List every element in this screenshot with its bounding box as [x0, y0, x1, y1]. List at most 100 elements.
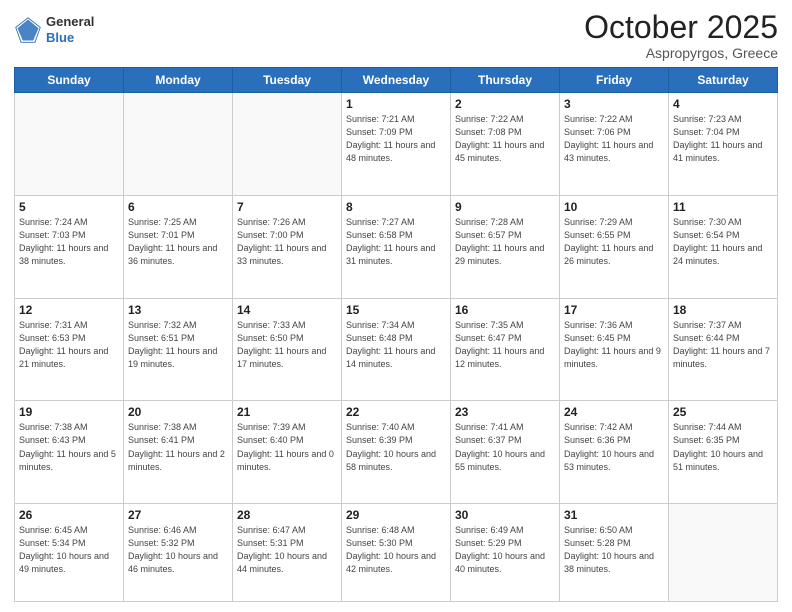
day-info: Sunrise: 7:28 AM Sunset: 6:57 PM Dayligh…: [455, 216, 555, 268]
day-info: Sunrise: 7:39 AM Sunset: 6:40 PM Dayligh…: [237, 421, 337, 473]
calendar-week-row: 1Sunrise: 7:21 AM Sunset: 7:09 PM Daylig…: [15, 93, 778, 196]
day-info: Sunrise: 7:31 AM Sunset: 6:53 PM Dayligh…: [19, 319, 119, 371]
day-number: 17: [564, 303, 664, 317]
table-row: 19Sunrise: 7:38 AM Sunset: 6:43 PM Dayli…: [15, 401, 124, 504]
day-info: Sunrise: 7:40 AM Sunset: 6:39 PM Dayligh…: [346, 421, 446, 473]
day-number: 2: [455, 97, 555, 111]
month-title: October 2025: [584, 10, 778, 45]
day-info: Sunrise: 7:34 AM Sunset: 6:48 PM Dayligh…: [346, 319, 446, 371]
day-number: 5: [19, 200, 119, 214]
day-number: 20: [128, 405, 228, 419]
day-number: 18: [673, 303, 773, 317]
table-row: 6Sunrise: 7:25 AM Sunset: 7:01 PM Daylig…: [124, 195, 233, 298]
day-info: Sunrise: 7:22 AM Sunset: 7:06 PM Dayligh…: [564, 113, 664, 165]
day-number: 31: [564, 508, 664, 522]
logo-general: General: [46, 14, 94, 29]
location: Aspropyrgos, Greece: [584, 45, 778, 61]
table-row: [233, 93, 342, 196]
day-number: 19: [19, 405, 119, 419]
calendar-week-row: 26 Sunrise: 6:45 AM Sunset: 5:34 PM Dayli…: [15, 504, 778, 602]
table-row: 20 Sunrise: 7:38 AM Sunset: 6:41 PM Dayli…: [124, 401, 233, 504]
title-block: October 2025 Aspropyrgos, Greece: [584, 10, 778, 61]
table-row: 12 Sunrise: 7:31 AM Sunset: 6:53 PM Dayli…: [15, 298, 124, 401]
day-info: Sunrise: 7:44 AM Sunset: 6:35 PM Dayligh…: [673, 421, 773, 473]
calendar-week-row: 12 Sunrise: 7:31 AM Sunset: 6:53 PM Dayli…: [15, 298, 778, 401]
day-info: Sunrise: 7:36 AM Sunset: 6:45 PM Dayligh…: [564, 319, 664, 371]
col-thursday: Thursday: [451, 68, 560, 93]
day-number: 24: [564, 405, 664, 419]
day-info: Sunrise: 6:49 AM Sunset: 5:29 PM Dayligh…: [455, 524, 555, 576]
day-number: 7: [237, 200, 337, 214]
table-row: 31 Sunrise: 6:50 AM Sunset: 5:28 PM Dayli…: [560, 504, 669, 602]
day-number: 4: [673, 97, 773, 111]
day-number: 12: [19, 303, 119, 317]
logo-blue: Blue: [46, 30, 74, 45]
calendar-table: Sunday Monday Tuesday Wednesday Thursday…: [14, 67, 778, 602]
day-info: Sunrise: 7:23 AM Sunset: 7:04 PM Dayligh…: [673, 113, 773, 165]
day-number: 15: [346, 303, 446, 317]
calendar-week-row: 5 Sunrise: 7:24 AM Sunset: 7:03 PM Daylig…: [15, 195, 778, 298]
table-row: 14 Sunrise: 7:33 AM Sunset: 6:50 PM Dayli…: [233, 298, 342, 401]
page-container: General Blue October 2025 Aspropyrgos, G…: [0, 0, 792, 612]
day-number: 3: [564, 97, 664, 111]
day-info: Sunrise: 6:50 AM Sunset: 5:28 PM Dayligh…: [564, 524, 664, 576]
table-row: 26 Sunrise: 6:45 AM Sunset: 5:34 PM Dayli…: [15, 504, 124, 602]
day-number: 22: [346, 405, 446, 419]
calendar-week-row: 19Sunrise: 7:38 AM Sunset: 6:43 PM Dayli…: [15, 401, 778, 504]
day-info: Sunrise: 7:27 AM Sunset: 6:58 PM Dayligh…: [346, 216, 446, 268]
day-number: 9: [455, 200, 555, 214]
table-row: 10Sunrise: 7:29 AM Sunset: 6:55 PM Dayli…: [560, 195, 669, 298]
table-row: 7Sunrise: 7:26 AM Sunset: 7:00 PM Daylig…: [233, 195, 342, 298]
col-monday: Monday: [124, 68, 233, 93]
day-info: Sunrise: 7:30 AM Sunset: 6:54 PM Dayligh…: [673, 216, 773, 268]
logo-text: General Blue: [46, 14, 94, 45]
table-row: 2Sunrise: 7:22 AM Sunset: 7:08 PM Daylig…: [451, 93, 560, 196]
table-row: 17 Sunrise: 7:36 AM Sunset: 6:45 PM Dayli…: [560, 298, 669, 401]
day-number: 23: [455, 405, 555, 419]
day-info: Sunrise: 7:24 AM Sunset: 7:03 PM Dayligh…: [19, 216, 119, 268]
day-number: 28: [237, 508, 337, 522]
day-info: Sunrise: 6:45 AM Sunset: 5:34 PM Dayligh…: [19, 524, 119, 576]
table-row: 30 Sunrise: 6:49 AM Sunset: 5:29 PM Dayli…: [451, 504, 560, 602]
col-saturday: Saturday: [669, 68, 778, 93]
day-info: Sunrise: 7:35 AM Sunset: 6:47 PM Dayligh…: [455, 319, 555, 371]
day-info: Sunrise: 6:48 AM Sunset: 5:30 PM Dayligh…: [346, 524, 446, 576]
day-number: 26: [19, 508, 119, 522]
table-row: 16 Sunrise: 7:35 AM Sunset: 6:47 PM Dayli…: [451, 298, 560, 401]
day-number: 13: [128, 303, 228, 317]
table-row: 3 Sunrise: 7:22 AM Sunset: 7:06 PM Daylig…: [560, 93, 669, 196]
calendar-header-row: Sunday Monday Tuesday Wednesday Thursday…: [15, 68, 778, 93]
table-row: 28 Sunrise: 6:47 AM Sunset: 5:31 PM Dayli…: [233, 504, 342, 602]
day-number: 16: [455, 303, 555, 317]
table-row: 5 Sunrise: 7:24 AM Sunset: 7:03 PM Daylig…: [15, 195, 124, 298]
table-row: 9 Sunrise: 7:28 AM Sunset: 6:57 PM Daylig…: [451, 195, 560, 298]
day-number: 30: [455, 508, 555, 522]
day-number: 10: [564, 200, 664, 214]
table-row: 18 Sunrise: 7:37 AM Sunset: 6:44 PM Dayli…: [669, 298, 778, 401]
table-row: 15 Sunrise: 7:34 AM Sunset: 6:48 PM Dayli…: [342, 298, 451, 401]
day-number: 11: [673, 200, 773, 214]
day-number: 1: [346, 97, 446, 111]
day-number: 14: [237, 303, 337, 317]
table-row: 22 Sunrise: 7:40 AM Sunset: 6:39 PM Dayli…: [342, 401, 451, 504]
table-row: 8 Sunrise: 7:27 AM Sunset: 6:58 PM Daylig…: [342, 195, 451, 298]
day-info: Sunrise: 7:41 AM Sunset: 6:37 PM Dayligh…: [455, 421, 555, 473]
day-info: Sunrise: 6:47 AM Sunset: 5:31 PM Dayligh…: [237, 524, 337, 576]
day-number: 25: [673, 405, 773, 419]
table-row: 23 Sunrise: 7:41 AM Sunset: 6:37 PM Dayli…: [451, 401, 560, 504]
col-sunday: Sunday: [15, 68, 124, 93]
logo: General Blue: [14, 14, 94, 45]
table-row: 24Sunrise: 7:42 AM Sunset: 6:36 PM Dayli…: [560, 401, 669, 504]
day-info: Sunrise: 7:33 AM Sunset: 6:50 PM Dayligh…: [237, 319, 337, 371]
table-row: 11 Sunrise: 7:30 AM Sunset: 6:54 PM Dayli…: [669, 195, 778, 298]
day-number: 21: [237, 405, 337, 419]
table-row: 29Sunrise: 6:48 AM Sunset: 5:30 PM Dayli…: [342, 504, 451, 602]
table-row: 4 Sunrise: 7:23 AM Sunset: 7:04 PM Daylig…: [669, 93, 778, 196]
day-info: Sunrise: 7:38 AM Sunset: 6:41 PM Dayligh…: [128, 421, 228, 473]
header: General Blue October 2025 Aspropyrgos, G…: [14, 10, 778, 61]
table-row: 13 Sunrise: 7:32 AM Sunset: 6:51 PM Dayli…: [124, 298, 233, 401]
day-info: Sunrise: 7:32 AM Sunset: 6:51 PM Dayligh…: [128, 319, 228, 371]
table-row: [124, 93, 233, 196]
day-number: 8: [346, 200, 446, 214]
day-info: Sunrise: 7:37 AM Sunset: 6:44 PM Dayligh…: [673, 319, 773, 371]
